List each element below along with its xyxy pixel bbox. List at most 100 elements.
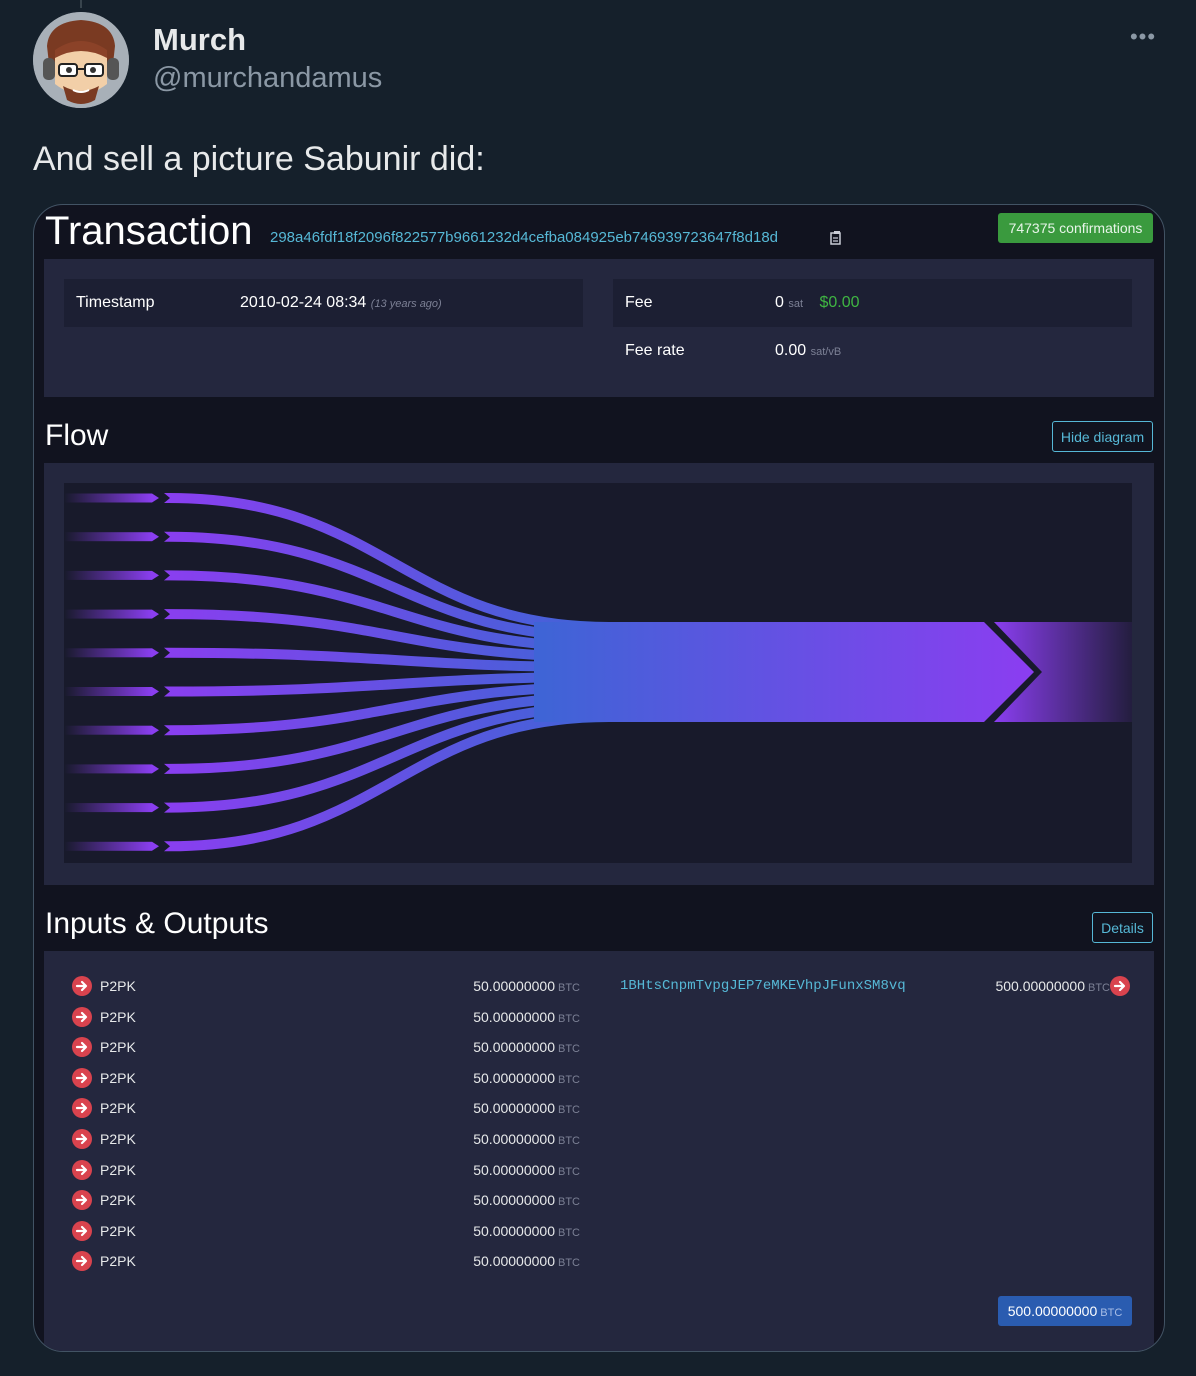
hide-diagram-button[interactable]: Hide diagram — [1052, 421, 1153, 452]
btc-unit: BTC — [558, 982, 580, 994]
flow-input-arrowhead — [152, 764, 159, 774]
input-row: P2PK 50.00000000 BTC — [44, 1185, 1154, 1215]
flow-input-tail — [64, 532, 152, 542]
btc-unit: BTC — [558, 1073, 580, 1086]
flow-input-arrowhead — [152, 609, 159, 619]
flow-output-band — [534, 622, 1034, 722]
input-amount-value: 50.00000000 — [473, 1161, 555, 1178]
input-arrow-icon[interactable] — [72, 1129, 92, 1149]
input-amount-value: 50.00000000 — [473, 1008, 555, 1025]
flow-input-tail — [64, 841, 152, 851]
btc-unit: BTC — [558, 1257, 580, 1270]
tweet-header: Murch @murchandamus ••• — [33, 12, 1163, 112]
input-arrow-icon[interactable] — [72, 1067, 92, 1088]
btc-unit: BTC — [558, 1012, 580, 1025]
input-arrow-icon[interactable] — [72, 1037, 92, 1058]
flow-input-tail — [64, 609, 152, 619]
timestamp-row: Timestamp 2010-02-24 08:34 (13 years ago… — [64, 279, 583, 327]
input-type: P2PK — [100, 1253, 136, 1270]
flow-diagram[interactable] — [64, 483, 1132, 863]
input-type: P2PK — [100, 978, 136, 994]
input-amount-value: 50.00000000 — [473, 978, 555, 994]
input-amount-value: 50.00000000 — [473, 1131, 555, 1147]
input-type: P2PK — [100, 1131, 136, 1147]
input-amount: 50.00000000 BTC — [444, 1063, 580, 1095]
btc-unit: BTC — [1088, 982, 1110, 994]
input-amount-value: 50.00000000 — [473, 1253, 555, 1270]
output-address[interactable]: 1BHtsCnpmTvpgJEP7eMKEVhpJFunxSM8vq — [620, 971, 906, 1001]
btc-unit: BTC — [558, 1165, 580, 1178]
flow-input-tail — [64, 687, 152, 696]
confirmations-badge: 747375 confirmations — [998, 213, 1153, 243]
input-type: P2PK — [100, 1222, 136, 1239]
input-amount: 50.00000000 BTC — [444, 1185, 580, 1217]
details-button[interactable]: Details — [1092, 912, 1153, 943]
tweet-media-image[interactable]: Transaction 298a46fdf18f2096f822577b9661… — [33, 204, 1165, 1352]
fee-value: 0 — [775, 294, 784, 311]
input-type: P2PK — [100, 1008, 136, 1025]
input-arrow-icon[interactable] — [72, 1159, 92, 1180]
output-amount-value: 500.00000000 — [995, 978, 1085, 994]
feerate-unit: sat/vB — [810, 346, 842, 358]
more-options-button[interactable]: ••• — [1123, 22, 1163, 52]
input-row: P2PK 50.00000000 BTC 1BHtsCnpmTvpgJEP7eMKEV… — [44, 971, 1154, 1001]
feerate-row: Fee rate 0.00 sat/vB — [613, 327, 1132, 375]
flow-input-arrowhead — [152, 648, 159, 658]
output-amount: 500.00000000 BTC — [960, 971, 1110, 1003]
fee-unit: sat — [788, 298, 804, 310]
timestamp-label: Timestamp — [76, 294, 155, 311]
flow-input-tail — [64, 648, 152, 658]
fee-label: Fee — [625, 294, 653, 311]
input-arrow-icon[interactable] — [72, 976, 92, 996]
flow-input-tail — [64, 570, 152, 580]
flow-input-tail — [64, 764, 152, 774]
btc-unit: BTC — [558, 1043, 580, 1056]
btc-unit: BTC — [558, 1226, 580, 1239]
btc-unit: BTC — [558, 1104, 580, 1117]
input-arrow-icon[interactable] — [72, 1190, 92, 1211]
input-arrow-icon[interactable] — [72, 1098, 92, 1119]
fee-row: Fee 0 sat $0.00 — [613, 279, 1132, 327]
thread-line — [80, 0, 82, 8]
input-row: P2PK 50.00000000 BTC — [44, 1216, 1154, 1246]
input-amount: 50.00000000 BTC — [444, 1246, 580, 1278]
avatar[interactable] — [33, 12, 129, 108]
input-row: P2PK 50.00000000 BTC — [44, 1155, 1154, 1185]
flow-input-arrowhead — [152, 570, 159, 580]
input-type: P2PK — [100, 1161, 136, 1178]
input-amount-value: 50.00000000 — [473, 1039, 555, 1056]
flow-input-tail — [64, 803, 152, 813]
flow-input-arrowhead — [152, 725, 159, 735]
flow-input-tail — [64, 493, 152, 503]
timestamp-value-group: 2010-02-24 08:34 (13 years ago) — [240, 279, 442, 328]
input-row: P2PK 50.00000000 BTC — [44, 1002, 1154, 1032]
input-arrow-icon[interactable] — [72, 1220, 92, 1241]
flow-input-arrowhead — [152, 493, 159, 503]
flow-input-arrowhead — [152, 532, 159, 542]
inputs-outputs-panel: P2PK 50.00000000 BTC 1BHtsCnpmTvpgJEP7eMKEV… — [44, 951, 1154, 1351]
input-row: P2PK 50.00000000 BTC — [44, 1246, 1154, 1276]
flow-input-arrowhead — [152, 803, 159, 813]
input-amount: 50.00000000 BTC — [444, 1032, 580, 1064]
input-amount: 50.00000000 BTC — [444, 1124, 580, 1156]
input-amount: 50.00000000 BTC — [444, 1002, 580, 1034]
flow-input-arrowhead — [152, 687, 159, 696]
transaction-title: Transaction — [45, 209, 253, 253]
input-arrow-icon[interactable] — [72, 1006, 92, 1027]
user-handle[interactable]: @murchandamus — [153, 62, 382, 95]
display-name[interactable]: Murch — [153, 22, 246, 58]
transaction-details: Timestamp 2010-02-24 08:34 (13 years ago… — [44, 259, 1154, 397]
transaction-hash[interactable]: 298a46fdf18f2096f822577b9661232d4cefba08… — [270, 229, 778, 246]
input-arrow-icon[interactable] — [72, 1251, 92, 1272]
btc-unit: BTC — [558, 1135, 580, 1147]
input-amount: 50.00000000 BTC — [444, 1093, 580, 1125]
timestamp-ago: (13 years ago) — [370, 298, 442, 310]
output-arrow-icon[interactable] — [1110, 976, 1130, 996]
feerate-value-group: 0.00 sat/vB — [775, 327, 841, 376]
input-amount: 50.00000000 BTC — [444, 1216, 580, 1248]
input-type: P2PK — [100, 1069, 136, 1086]
copy-icon[interactable] — [830, 230, 844, 246]
btc-unit: BTC — [558, 1196, 580, 1209]
tweet-text: And sell a picture Sabunir did: — [33, 140, 485, 178]
total-btc-unit: BTC — [1100, 1307, 1123, 1319]
